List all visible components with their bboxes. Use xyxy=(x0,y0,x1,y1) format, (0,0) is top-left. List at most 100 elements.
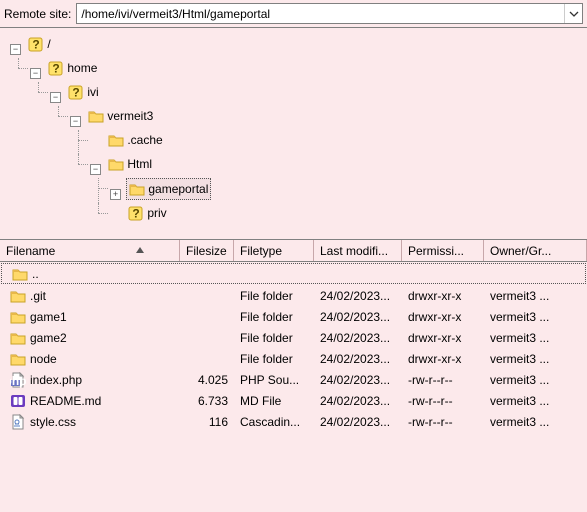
cell-permissions: -rw-r--r-- xyxy=(402,394,484,408)
file-name: node xyxy=(30,352,57,366)
remote-site-label: Remote site: xyxy=(4,7,71,21)
path-combo[interactable]: /home/ivi/vermeit3/Html/gameportal xyxy=(76,3,583,24)
cell-size: 4.025 xyxy=(180,373,234,387)
header-permissions[interactable]: Permissi... xyxy=(402,240,484,261)
cell-modified: 24/02/2023... xyxy=(314,352,402,366)
folder-icon xyxy=(108,156,124,172)
tree-label: gameportal xyxy=(148,179,208,199)
cell-name: README.md xyxy=(4,393,180,409)
cell-name: game1 xyxy=(4,309,180,325)
cell-modified: 24/02/2023... xyxy=(314,394,402,408)
tree-label: Html xyxy=(127,154,152,174)
file-row[interactable]: game2File folder24/02/2023...drwxr-xr-xv… xyxy=(0,327,587,348)
folder-icon xyxy=(10,288,26,304)
cell-name: index.php xyxy=(4,372,180,388)
tree-item-cache[interactable]: .cache xyxy=(106,130,164,150)
cell-owner: vermeit3 ... xyxy=(484,289,587,303)
cell-size: 116 xyxy=(180,415,234,429)
cell-type: File folder xyxy=(234,289,314,303)
header-filename[interactable]: Filename xyxy=(0,240,180,261)
file-name: .. xyxy=(32,267,39,281)
path-text[interactable]: /home/ivi/vermeit3/Html/gameportal xyxy=(77,5,564,23)
cell-modified: 24/02/2023... xyxy=(314,310,402,324)
cell-modified: 24/02/2023... xyxy=(314,415,402,429)
cell-permissions: drwxr-xr-x xyxy=(402,289,484,303)
chevron-down-icon xyxy=(569,9,579,19)
folder-icon xyxy=(10,330,26,346)
tree-label: home xyxy=(67,58,97,78)
file-name: game1 xyxy=(30,310,67,324)
folder-icon xyxy=(10,351,26,367)
unknown-icon xyxy=(48,60,64,76)
cell-name: style.css xyxy=(4,414,180,430)
folder-icon xyxy=(12,266,28,282)
folder-icon xyxy=(10,309,26,325)
file-name: .git xyxy=(30,289,46,303)
expander-plus[interactable]: + xyxy=(110,189,121,200)
cell-type: File folder xyxy=(234,310,314,324)
tree-item-gameportal[interactable]: gameportal xyxy=(126,178,211,200)
cell-modified: 24/02/2023... xyxy=(314,289,402,303)
cell-permissions: drwxr-xr-x xyxy=(402,310,484,324)
css-icon xyxy=(10,414,26,430)
expander-minus[interactable]: − xyxy=(70,116,81,127)
cell-type: PHP Sou... xyxy=(234,373,314,387)
cell-permissions: -rw-r--r-- xyxy=(402,415,484,429)
header-owner[interactable]: Owner/Gr... xyxy=(484,240,587,261)
cell-owner: vermeit3 ... xyxy=(484,310,587,324)
file-name: game2 xyxy=(30,331,67,345)
cell-owner: vermeit3 ... xyxy=(484,352,587,366)
file-row[interactable]: node File folder24/02/2023...drwxr-xr-xve… xyxy=(0,348,587,369)
tree-label: / xyxy=(47,34,50,54)
folder-icon xyxy=(88,108,104,124)
tree-item-ivi[interactable]: ivi xyxy=(66,82,100,102)
file-row[interactable]: game1 File folder24/02/2023...drwxr-xr-xv… xyxy=(0,306,587,327)
tree-item-root[interactable]: / xyxy=(26,34,52,54)
cell-permissions: -rw-r--r-- xyxy=(402,373,484,387)
cell-name: game2 xyxy=(4,330,180,346)
tree-label: ivi xyxy=(87,82,98,102)
file-row-parent[interactable]: .. xyxy=(1,263,586,284)
tree-label: vermeit3 xyxy=(107,106,153,126)
unknown-icon xyxy=(28,36,44,52)
cell-permissions: drwxr-xr-x xyxy=(402,352,484,366)
file-name: style.css xyxy=(30,415,76,429)
expander-minus[interactable]: − xyxy=(90,164,101,175)
tree-item-home[interactable]: home xyxy=(46,58,99,78)
file-row[interactable]: style.css116Cascadin...24/02/2023...-rw-… xyxy=(0,411,587,432)
tree-item-html[interactable]: Html xyxy=(106,154,154,174)
header-filetype[interactable]: Filetype xyxy=(234,240,314,261)
unknown-icon xyxy=(68,84,84,100)
file-list[interactable]: ...gitFile folder24/02/2023...drwxr-xr-x… xyxy=(0,263,587,432)
expander-minus[interactable]: − xyxy=(30,68,41,79)
cell-type: File folder xyxy=(234,331,314,345)
cell-name: .. xyxy=(6,266,182,282)
directory-tree[interactable]: − / − home − xyxy=(0,28,587,240)
cell-permissions: drwxr-xr-x xyxy=(402,331,484,345)
tree-label: .cache xyxy=(127,130,162,150)
file-row[interactable]: index.php4.025PHP Sou...24/02/2023...-rw… xyxy=(0,369,587,390)
file-name: index.php xyxy=(30,373,82,387)
expander-minus[interactable]: − xyxy=(50,92,61,103)
file-name: README.md xyxy=(30,394,101,408)
cell-size: 6.733 xyxy=(180,394,234,408)
file-row[interactable]: .git File folder24/02/2023...drwxr-xr-xve… xyxy=(0,285,587,306)
file-row[interactable]: README.md 6.733MD File24/02/2023...-rw-r-… xyxy=(0,390,587,411)
folder-icon xyxy=(129,181,145,197)
cell-type: File folder xyxy=(234,352,314,366)
cell-type: MD File xyxy=(234,394,314,408)
header-modified[interactable]: Last modifi... xyxy=(314,240,402,261)
cell-name: node xyxy=(4,351,180,367)
tree-label: priv xyxy=(147,203,166,223)
folder-icon xyxy=(108,132,124,148)
tree-item-vermeit3[interactable]: vermeit3 xyxy=(86,106,155,126)
path-dropdown-button[interactable] xyxy=(564,4,582,23)
cell-owner: vermeit3 ... xyxy=(484,331,587,345)
cell-name: .git xyxy=(4,288,180,304)
unknown-icon xyxy=(128,205,144,221)
cell-owner: vermeit3 ... xyxy=(484,394,587,408)
tree-item-priv[interactable]: priv xyxy=(126,203,168,223)
cell-owner: vermeit3 ... xyxy=(484,415,587,429)
expander-minus[interactable]: − xyxy=(10,44,21,55)
header-filesize[interactable]: Filesize xyxy=(180,240,234,261)
